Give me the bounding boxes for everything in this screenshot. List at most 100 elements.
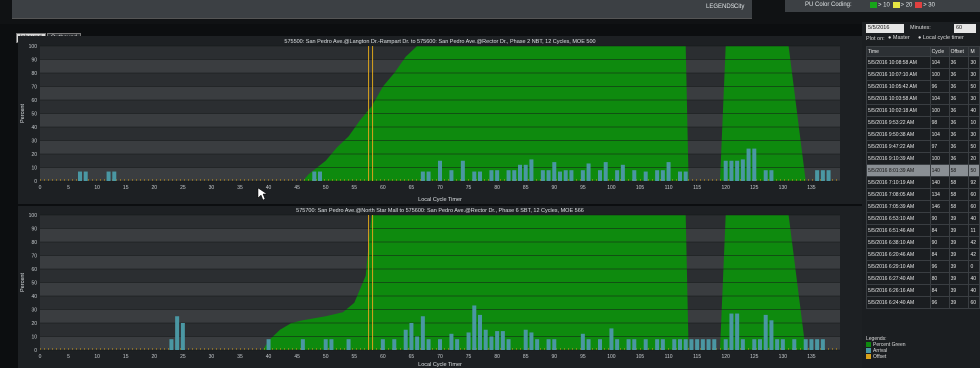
table-cell: 42 <box>968 236 980 249</box>
table-row[interactable]: 5/5/2016 6:38:10 AM 90 39 42 <box>866 236 980 249</box>
arrival-bar <box>546 170 551 181</box>
x-tick-label: 65 <box>409 185 415 191</box>
table-cell: 60 <box>968 200 980 213</box>
y-tick-label: 70 <box>31 254 37 260</box>
radio-master[interactable]: ● Master <box>888 35 910 41</box>
arrival-bar <box>758 339 762 350</box>
x-tick-label: 20 <box>152 185 158 191</box>
table-cell: 58 <box>948 176 970 189</box>
table-cell: 5/5/2016 10:07:10 AM <box>866 68 931 81</box>
table-cell: 84 <box>929 284 950 297</box>
arrival-bar <box>106 171 111 181</box>
table-cell: 134 <box>929 188 950 201</box>
x-tick-label: 95 <box>580 354 586 360</box>
arrival-bar <box>506 339 511 350</box>
arrival-bar <box>546 339 551 350</box>
table-row[interactable]: 5/5/2016 10:03:58 AM 104 36 30 <box>866 92 980 105</box>
table-row[interactable]: 5/5/2016 8:01:39 AM 140 58 50 <box>866 164 980 177</box>
arrival-bar <box>689 339 694 350</box>
plot-on-label: Plot on: <box>866 36 885 42</box>
arrival-bar <box>740 339 745 350</box>
arrival-bar <box>323 339 328 350</box>
table-cell: 10 <box>968 116 980 129</box>
arrival-bar <box>632 339 637 350</box>
x-tick-label: 70 <box>437 185 443 191</box>
table-row[interactable]: 5/5/2016 10:08:58 AM 104 36 30 <box>866 56 980 69</box>
arrival-bar <box>803 339 808 350</box>
x-tick-label: 90 <box>552 354 558 360</box>
table-row[interactable]: 5/5/2016 7:10:19 AM 140 58 92 <box>866 176 980 189</box>
arrival-bar <box>603 162 608 181</box>
col-time[interactable]: Time <box>866 46 931 57</box>
table-row[interactable]: 5/5/2016 6:29:10 AM 96 39 0 <box>866 260 980 273</box>
x-tick-label: 60 <box>380 354 386 360</box>
arrival-bar <box>483 329 488 350</box>
table-cell: 42 <box>968 248 980 261</box>
cycle-table-body: 5/5/2016 10:08:58 AM 104 36 30 5/5/2016 10:0… <box>866 56 980 309</box>
table-cell: 39 <box>948 260 970 273</box>
table-row[interactable]: 5/5/2016 6:51:46 AM 84 39 11 <box>866 224 980 237</box>
table-row[interactable]: 5/5/2016 7:08:05 AM 134 58 60 <box>866 188 980 201</box>
table-cell: 5/5/2016 8:01:39 AM <box>866 164 931 177</box>
x-tick-label: 135 <box>807 185 816 191</box>
date-picker[interactable]: 5/5/2016 <box>866 24 904 33</box>
table-cell: 5/5/2016 9:10:39 AM <box>866 152 931 165</box>
table-row[interactable]: 5/5/2016 10:02:18 AM 100 36 40 <box>866 104 980 117</box>
arrival-bar <box>763 314 768 350</box>
table-row[interactable]: 5/5/2016 10:07:10 AM 100 36 30 <box>866 68 980 81</box>
table-row[interactable]: 5/5/2016 6:24:40 AM 96 39 60 <box>866 296 980 309</box>
table-row[interactable]: 5/5/2016 9:53:22 AM 98 36 10 <box>866 116 980 129</box>
col-offset[interactable]: Offset <box>948 46 970 57</box>
table-cell: 5/5/2016 6:29:10 AM <box>866 260 931 273</box>
table-row[interactable]: 5/5/2016 9:10:39 AM 100 36 20 <box>866 152 980 165</box>
table-cell: 36 <box>948 56 970 69</box>
table-cell: 5/5/2016 10:05:42 AM <box>866 80 931 93</box>
arrival-bar <box>489 336 494 350</box>
table-cell: 146 <box>929 200 950 213</box>
table-row[interactable]: 5/5/2016 9:50:38 AM 104 36 30 <box>866 128 980 141</box>
color-coding-value: > 10 <box>878 2 890 9</box>
x-tick-label: 110 <box>665 185 673 191</box>
x-tick-label: 120 <box>722 185 731 191</box>
color-swatch <box>870 2 877 8</box>
table-row[interactable]: 5/5/2016 6:26:16 AM 84 39 40 <box>866 284 980 297</box>
minutes-input[interactable]: 60 <box>954 24 976 33</box>
arrival-bar <box>740 159 745 181</box>
x-tick-label: 115 <box>693 185 701 191</box>
x-tick-label: 5 <box>67 354 70 360</box>
arrival-bar <box>615 339 620 350</box>
y-tick-label: 100 <box>29 44 38 50</box>
arrival-bar <box>586 163 591 181</box>
table-cell: 84 <box>929 224 950 237</box>
y-tick-label: 40 <box>31 125 37 131</box>
table-row[interactable]: 5/5/2016 9:47:22 AM 97 36 50 <box>866 140 980 153</box>
table-cell: 100 <box>929 104 950 117</box>
y-tick-label: 0 <box>34 179 37 185</box>
x-tick-label: 10 <box>94 354 100 360</box>
arrival-bar <box>735 160 740 181</box>
col-m[interactable]: M <box>968 46 980 57</box>
radio-master-label: Master <box>892 35 910 41</box>
table-cell: 40 <box>968 284 980 297</box>
arrival-bar <box>455 339 460 350</box>
table-row[interactable]: 5/5/2016 6:27:40 AM 80 39 40 <box>866 272 980 285</box>
radio-local[interactable]: ● Local cycle timer <box>918 35 964 41</box>
y-axis-label: Percent <box>20 273 26 292</box>
x-tick-label: 135 <box>807 354 816 360</box>
x-tick-label: 30 <box>209 354 215 360</box>
table-row[interactable]: 5/5/2016 6:53:10 AM 90 39 40 <box>866 212 980 225</box>
table-row[interactable]: 5/5/2016 6:20:46 AM 84 39 42 <box>866 248 980 261</box>
arrival-bar <box>438 160 442 181</box>
table-row[interactable]: 5/5/2016 10:05:42 AM 96 36 50 <box>866 80 980 93</box>
arrival-bar <box>409 323 414 350</box>
table-cell: 50 <box>968 140 980 153</box>
table-cell: 39 <box>948 284 970 297</box>
col-cycle[interactable]: Cycle <box>929 46 950 57</box>
table-row[interactable]: 5/5/2016 7:05:39 AM 146 58 60 <box>866 200 980 213</box>
arrival-bar <box>569 170 574 181</box>
arrival-bar <box>495 331 500 350</box>
arrival-bar <box>318 171 322 181</box>
y-tick-label: 90 <box>31 58 37 64</box>
x-tick-label: 0 <box>39 354 42 360</box>
arrival-bar <box>678 171 682 181</box>
